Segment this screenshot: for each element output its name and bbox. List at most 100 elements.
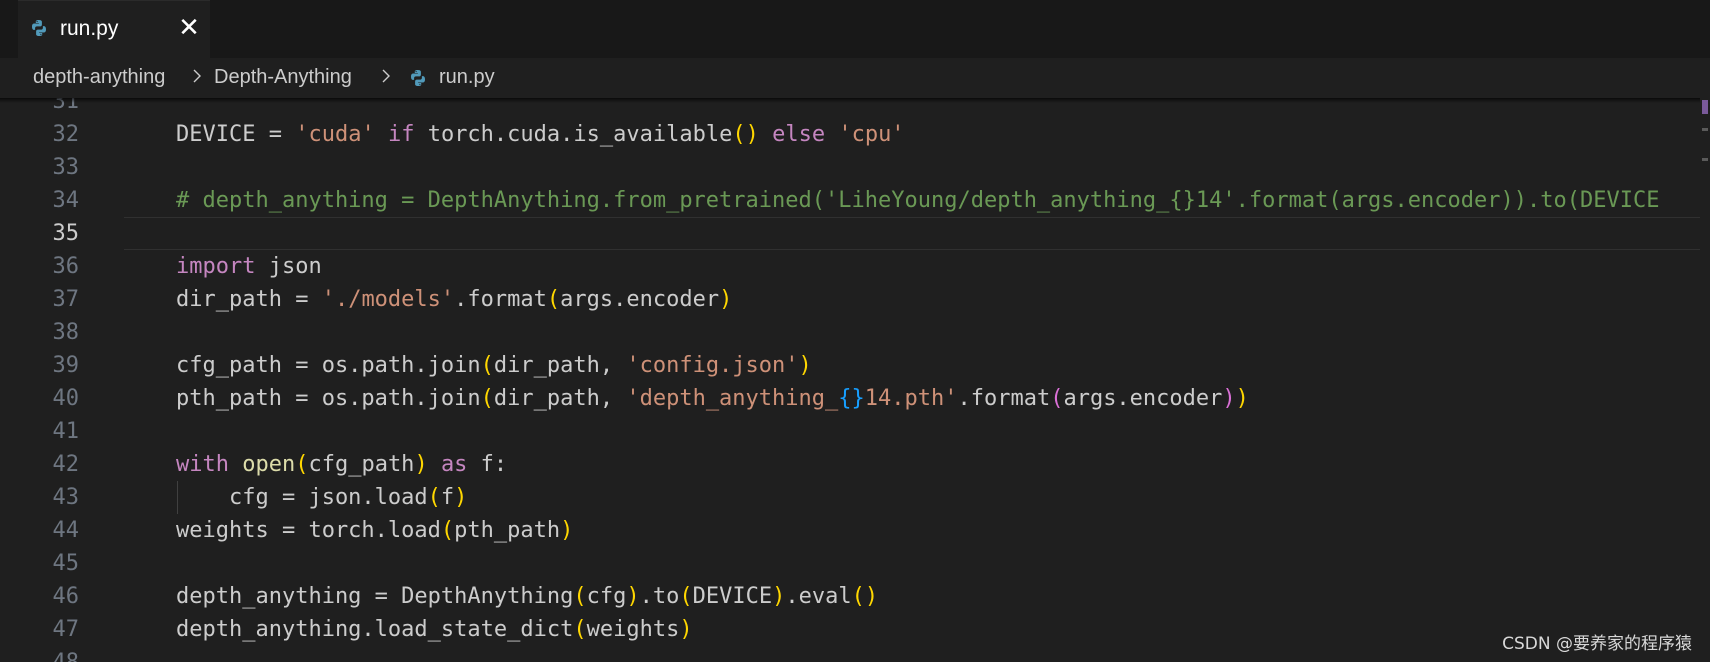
code-line[interactable]: 31	[0, 98, 1700, 118]
line-number: 39	[52, 353, 80, 378]
line-number: 38	[52, 320, 80, 345]
code-line[interactable]: 45	[0, 547, 1700, 580]
code-token: (	[480, 353, 494, 378]
code-token: pth_path	[454, 518, 561, 543]
code-token: weights = torch.load	[176, 518, 441, 543]
code-token: )	[1222, 386, 1236, 411]
line-number: 46	[52, 584, 80, 609]
code-token: with	[176, 452, 229, 477]
line-number: 42	[52, 452, 80, 477]
line-number: 33	[52, 155, 80, 180]
code-text: pth_path = os.path.join(dir_path, 'depth…	[176, 382, 1249, 415]
line-number: 48	[0, 646, 80, 662]
code-line[interactable]: 46 depth_anything = DepthAnything(cfg).to…	[0, 580, 1700, 613]
tab-label: run.py	[60, 17, 119, 40]
code-token: DEVICE =	[176, 122, 296, 147]
line-number: 44	[52, 518, 80, 543]
code-token: {}	[838, 386, 865, 411]
code-text: dir_path = './models'.format(args.encode…	[176, 283, 732, 316]
code-token: dir_path,	[493, 353, 627, 378]
line-number: 36	[52, 254, 80, 279]
code-token: (	[480, 386, 494, 411]
breadcrumb-item-file[interactable]: run.py	[439, 66, 495, 89]
line-number: 41	[52, 419, 80, 444]
code-token: 'config.json'	[626, 353, 799, 378]
line-number: 31	[52, 98, 80, 114]
code-text: import json	[176, 250, 322, 283]
code-token: )	[719, 287, 733, 312]
code-line[interactable]: 36 import json	[0, 250, 1700, 283]
code-line[interactable]: 48	[0, 646, 1700, 662]
code-line[interactable]: 39 cfg_path = os.path.join(dir_path, 'con…	[0, 349, 1700, 382]
minimap-mark	[1702, 158, 1708, 161]
code-token: )	[1235, 386, 1249, 411]
code-token: depth_anything = DepthAnything	[176, 584, 574, 609]
code-token: (	[546, 287, 561, 312]
code-token: 'cuda'	[295, 122, 375, 147]
code-token: .to	[639, 584, 680, 609]
code-token: .format	[957, 386, 1051, 411]
code-line[interactable]: 42 with open(cfg_path) as f:	[0, 448, 1700, 481]
code-line[interactable]: 37 dir_path = './models'.format(args.enco…	[0, 283, 1700, 316]
current-line-highlight	[124, 217, 1700, 250]
code-token: depth_anything.load_state_dict	[176, 617, 574, 642]
breadcrumb-item-folder[interactable]: depth-anything	[33, 66, 165, 89]
tab-run-py[interactable]: run.py ✕	[18, 0, 210, 58]
code-token: # depth_anything = DepthAnything.from_pr…	[176, 188, 1660, 213]
watermark: CSDN @要养家的程序猿	[1502, 634, 1692, 654]
chevron-right-icon	[382, 69, 390, 83]
code-line[interactable]: 33	[0, 151, 1700, 184]
code-text: DEVICE = 'cuda' if torch.cuda.is_availab…	[176, 118, 905, 151]
code-token: f:	[467, 452, 508, 477]
code-token: (	[1050, 386, 1064, 411]
code-token: './models'	[321, 287, 455, 312]
code-token: args.encoder	[1063, 386, 1223, 411]
minimap-mark	[1702, 128, 1708, 131]
code-token: (	[573, 617, 587, 642]
code-token: cfg = json.load	[176, 485, 428, 510]
code-token: args.encoder	[560, 287, 720, 312]
code-text: depth_anything.load_state_dict(weights)	[176, 613, 693, 646]
code-line[interactable]: 35	[0, 217, 1700, 250]
line-number: 45	[52, 551, 80, 576]
code-token: (	[440, 518, 455, 543]
code-line[interactable]: 41	[0, 415, 1700, 448]
code-line[interactable]: 32 DEVICE = 'cuda' if torch.cuda.is_avail…	[0, 118, 1700, 151]
code-token: import	[176, 254, 256, 279]
line-number: 37	[52, 287, 80, 312]
code-token: cfg_path = os.path.join	[176, 353, 481, 378]
code-token: 'cpu'	[838, 122, 905, 147]
code-token: cfg	[586, 584, 627, 609]
line-number: 40	[52, 386, 80, 411]
code-token: )	[454, 485, 468, 510]
line-number: 47	[52, 617, 80, 642]
code-editor[interactable]: 31 32 DEVICE = 'cuda' if torch.cuda.is_ava…	[0, 98, 1700, 662]
code-token: 'depth_anything_	[626, 386, 839, 411]
code-text: cfg = json.load(f)	[176, 481, 467, 514]
code-line[interactable]: 43 cfg = json.load(f)	[0, 481, 1700, 514]
code-line[interactable]: 38	[0, 316, 1700, 349]
code-text: with open(cfg_path) as f:	[176, 448, 507, 481]
close-icon[interactable]: ✕	[174, 12, 204, 42]
code-line[interactable]: 47 depth_anything.load_state_dict(weights…	[0, 613, 1700, 646]
code-token: cfg_path	[308, 452, 415, 477]
code-token: )	[414, 452, 428, 477]
code-token: )	[560, 518, 574, 543]
code-token: 14.pth'	[864, 386, 958, 411]
code-token: .eval	[785, 584, 852, 609]
breadcrumb-item-subfolder[interactable]: Depth-Anything	[214, 66, 352, 89]
code-token: (	[295, 452, 309, 477]
code-line[interactable]: 44 weights = torch.load(pth_path)	[0, 514, 1700, 547]
code-line[interactable]: 34 # depth_anything = DepthAnything.from_…	[0, 184, 1700, 217]
code-line[interactable]: 40 pth_path = os.path.join(dir_path, 'dep…	[0, 382, 1700, 415]
code-token: )	[679, 617, 693, 642]
code-token: DEVICE	[692, 584, 773, 609]
code-text: weights = torch.load(pth_path)	[176, 514, 573, 547]
line-number: 43	[52, 485, 80, 510]
code-token: if	[387, 122, 415, 147]
minimap[interactable]	[1700, 98, 1710, 662]
tab-bar: run.py ✕	[0, 0, 1710, 58]
